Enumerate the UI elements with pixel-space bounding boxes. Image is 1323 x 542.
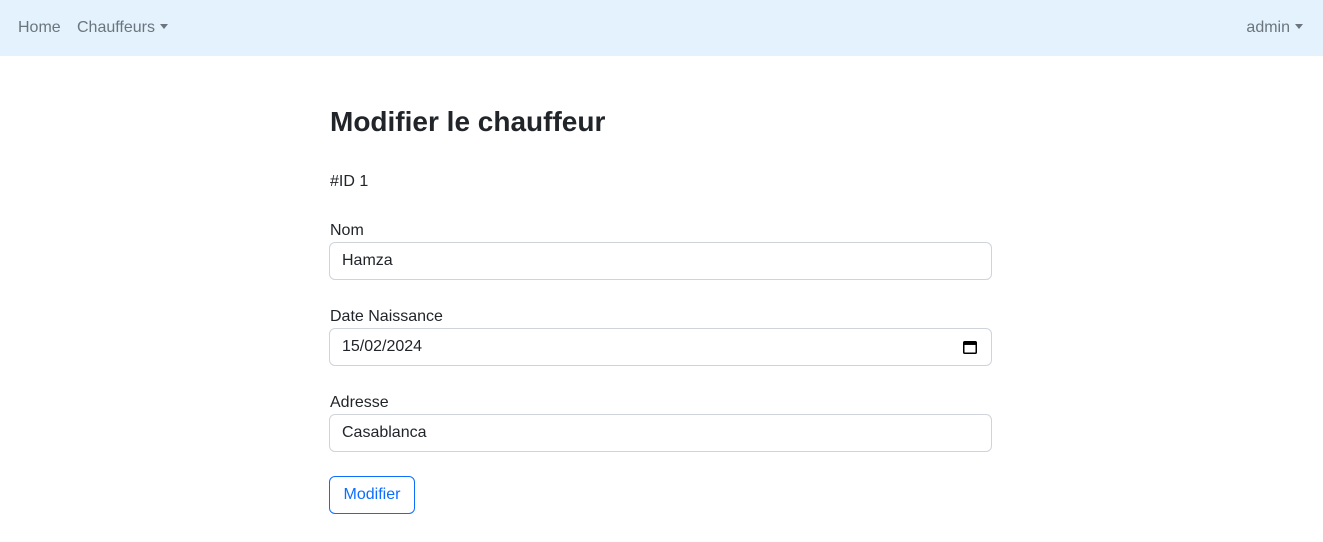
chevron-down-icon (1295, 24, 1303, 29)
date-naissance-input[interactable]: 15/02/2024 (329, 328, 992, 366)
chevron-down-icon (159, 24, 168, 29)
modifier-button[interactable]: Modifier (329, 476, 415, 514)
user-menu-dropdown[interactable]: admin (1246, 0, 1303, 56)
nav-chauffeurs-label: Chauffeurs (77, 19, 155, 36)
nav-chauffeurs-dropdown[interactable]: Chauffeurs (77, 0, 168, 56)
nom-input[interactable] (329, 242, 992, 280)
user-menu-label: admin (1246, 19, 1290, 36)
date-naissance-value: 15/02/2024 (342, 338, 423, 355)
top-navbar: Home Chauffeurs admin (0, 0, 1323, 56)
calendar-icon[interactable] (963, 340, 977, 354)
nom-label: Nom (330, 222, 364, 239)
record-id: #ID 1 (330, 173, 369, 190)
page-title: Modifier le chauffeur (330, 106, 606, 137)
adresse-input[interactable] (329, 414, 992, 452)
adresse-label: Adresse (330, 394, 389, 411)
date-naissance-label: Date Naissance (330, 308, 443, 325)
nav-home-link[interactable]: Home (18, 0, 61, 56)
